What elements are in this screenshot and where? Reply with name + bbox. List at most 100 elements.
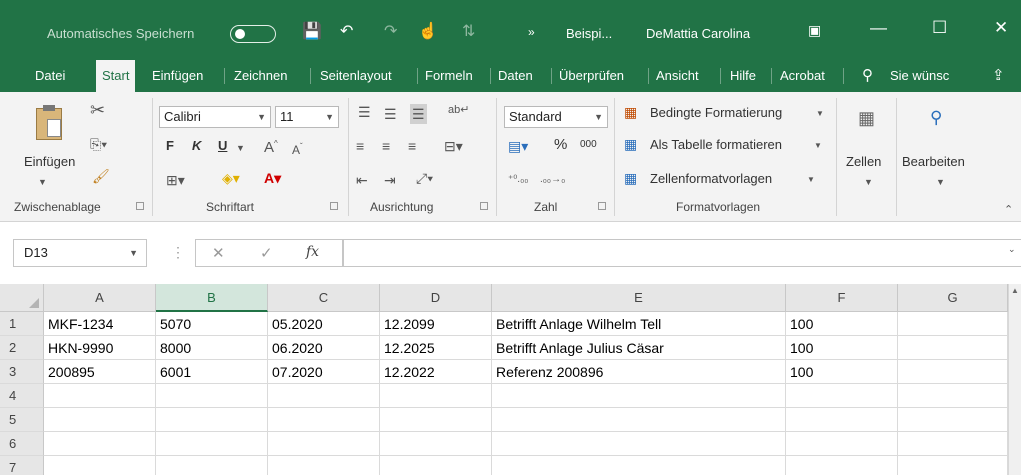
tab-datei[interactable]: Datei <box>35 60 65 92</box>
tab-hilfe[interactable]: Hilfe <box>730 60 756 92</box>
clipboard-launcher-icon[interactable] <box>136 202 144 210</box>
expand-formula-bar-icon[interactable]: ⌄ <box>1008 244 1016 255</box>
cell-styles-button[interactable]: Zellenformatvorlagen <box>650 171 772 186</box>
align-center-icon[interactable]: ≡ <box>382 138 390 154</box>
enter-icon[interactable]: ✓ <box>260 244 273 262</box>
cell-c4[interactable] <box>268 384 380 408</box>
cell-b4[interactable] <box>156 384 268 408</box>
alignment-launcher-icon[interactable] <box>480 202 488 210</box>
more-commands-icon[interactable]: » <box>528 22 535 42</box>
cell-f6[interactable] <box>786 432 898 456</box>
column-header-a[interactable]: A <box>44 284 156 312</box>
cell-c5[interactable] <box>268 408 380 432</box>
cell-b1[interactable]: 5070 <box>156 312 268 336</box>
cell-d6[interactable] <box>380 432 492 456</box>
cut-icon[interactable]: ✂ <box>90 101 105 119</box>
cell-c1[interactable]: 05.2020 <box>268 312 380 336</box>
tab-formeln[interactable]: Formeln <box>425 60 473 92</box>
tab-zeichnen[interactable]: Zeichnen <box>234 60 287 92</box>
sort-icon[interactable]: ⇅ <box>462 22 475 42</box>
cell-g1[interactable] <box>898 312 1008 336</box>
cell-d3[interactable]: 12.2022 <box>380 360 492 384</box>
tab-seitenlayout[interactable]: Seitenlayout <box>320 60 392 92</box>
column-header-f[interactable]: F <box>786 284 898 312</box>
bold-button[interactable]: F <box>166 138 174 153</box>
cell-d5[interactable] <box>380 408 492 432</box>
cell-e4[interactable] <box>492 384 786 408</box>
undo-icon[interactable]: ↶ <box>340 22 353 42</box>
increase-font-size-icon[interactable]: A^ <box>264 136 278 156</box>
align-top-icon[interactable]: ☰ <box>358 104 371 120</box>
number-launcher-icon[interactable] <box>598 202 606 210</box>
cell-e7[interactable] <box>492 456 786 475</box>
row-header[interactable]: 2 <box>0 336 44 360</box>
tab-acrobat[interactable]: Acrobat <box>780 60 825 92</box>
borders-icon[interactable]: ⊞▾ <box>166 172 185 188</box>
save-icon[interactable]: 💾 <box>302 22 322 42</box>
tab-ueberpruefen[interactable]: Überprüfen <box>559 60 624 92</box>
autosave-toggle[interactable] <box>230 25 276 43</box>
scroll-up-icon[interactable]: ▲ <box>1011 286 1019 295</box>
cell-d1[interactable]: 12.2099 <box>380 312 492 336</box>
insert-function-icon[interactable]: fx <box>306 244 319 260</box>
font-name-combo[interactable]: Calibri ▼ <box>159 106 271 128</box>
redo-icon[interactable]: ↷ <box>384 22 397 42</box>
ribbon-display-icon[interactable]: ▣ <box>808 22 821 39</box>
increase-decimal-icon[interactable]: ⁺⁰.₀₀ <box>508 172 528 188</box>
select-all-corner[interactable] <box>0 284 44 312</box>
column-header-c[interactable]: C <box>268 284 380 312</box>
row-header[interactable]: 3 <box>0 360 44 384</box>
wrap-text-icon[interactable]: ab↵ <box>448 102 469 118</box>
cancel-icon[interactable]: ✕ <box>212 244 225 262</box>
tab-start[interactable]: Start <box>96 60 136 92</box>
align-middle-icon[interactable]: ☰ <box>384 106 397 122</box>
cell-a4[interactable] <box>44 384 156 408</box>
cell-a1[interactable]: MKF-1234 <box>44 312 156 336</box>
cell-b7[interactable] <box>156 456 268 475</box>
maximize-icon[interactable]: ☐ <box>932 18 947 38</box>
paste-button[interactable]: Einfügen <box>24 154 75 169</box>
cell-a5[interactable] <box>44 408 156 432</box>
cell-g4[interactable] <box>898 384 1008 408</box>
accounting-format-icon[interactable]: ▤▾ <box>508 138 528 154</box>
touch-mode-icon[interactable]: ☝ <box>418 22 438 42</box>
cell-b6[interactable] <box>156 432 268 456</box>
name-box[interactable]: D13 ▼ <box>13 239 147 267</box>
cell-e6[interactable] <box>492 432 786 456</box>
cell-e1[interactable]: Betrifft Anlage Wilhelm Tell <box>492 312 786 336</box>
increase-indent-icon[interactable]: ⇥ <box>384 172 396 188</box>
more-options-icon[interactable]: ⋮ <box>171 244 185 261</box>
cell-d4[interactable] <box>380 384 492 408</box>
cell-c2[interactable]: 06.2020 <box>268 336 380 360</box>
cell-f1[interactable]: 100 <box>786 312 898 336</box>
paste-dropdown-icon[interactable]: ▼ <box>38 174 47 190</box>
number-format-combo[interactable]: Standard ▼ <box>504 106 608 128</box>
user-name[interactable]: DeMattia Carolina <box>646 26 750 41</box>
format-as-table-button[interactable]: Als Tabelle formatieren <box>650 137 782 152</box>
cell-c3[interactable]: 07.2020 <box>268 360 380 384</box>
cell-e3[interactable]: Referenz 200896 <box>492 360 786 384</box>
cell-g7[interactable] <box>898 456 1008 475</box>
cell-c7[interactable] <box>268 456 380 475</box>
cell-b3[interactable]: 6001 <box>156 360 268 384</box>
collapse-ribbon-icon[interactable]: ⌃ <box>1004 202 1013 218</box>
row-header[interactable]: 5 <box>0 408 44 432</box>
cell-f7[interactable] <box>786 456 898 475</box>
editing-button[interactable]: Bearbeiten <box>902 154 965 169</box>
font-color-icon[interactable]: A▾ <box>264 170 281 186</box>
column-header-e[interactable]: E <box>492 284 786 312</box>
cell-b5[interactable] <box>156 408 268 432</box>
cell-f3[interactable]: 100 <box>786 360 898 384</box>
column-header-b[interactable]: B <box>156 284 268 312</box>
search-icon[interactable]: ⚲ <box>862 60 873 92</box>
underline-button[interactable]: U <box>218 138 227 153</box>
cell-g2[interactable] <box>898 336 1008 360</box>
cell-g3[interactable] <box>898 360 1008 384</box>
close-icon[interactable]: ✕ <box>994 18 1008 38</box>
row-header[interactable]: 7 <box>0 456 44 475</box>
conditional-formatting-button[interactable]: Bedingte Formatierung <box>650 105 782 120</box>
cell-g5[interactable] <box>898 408 1008 432</box>
font-launcher-icon[interactable] <box>330 202 338 210</box>
cell-b2[interactable]: 8000 <box>156 336 268 360</box>
cell-e2[interactable]: Betrifft Anlage Julius Cäsar <box>492 336 786 360</box>
